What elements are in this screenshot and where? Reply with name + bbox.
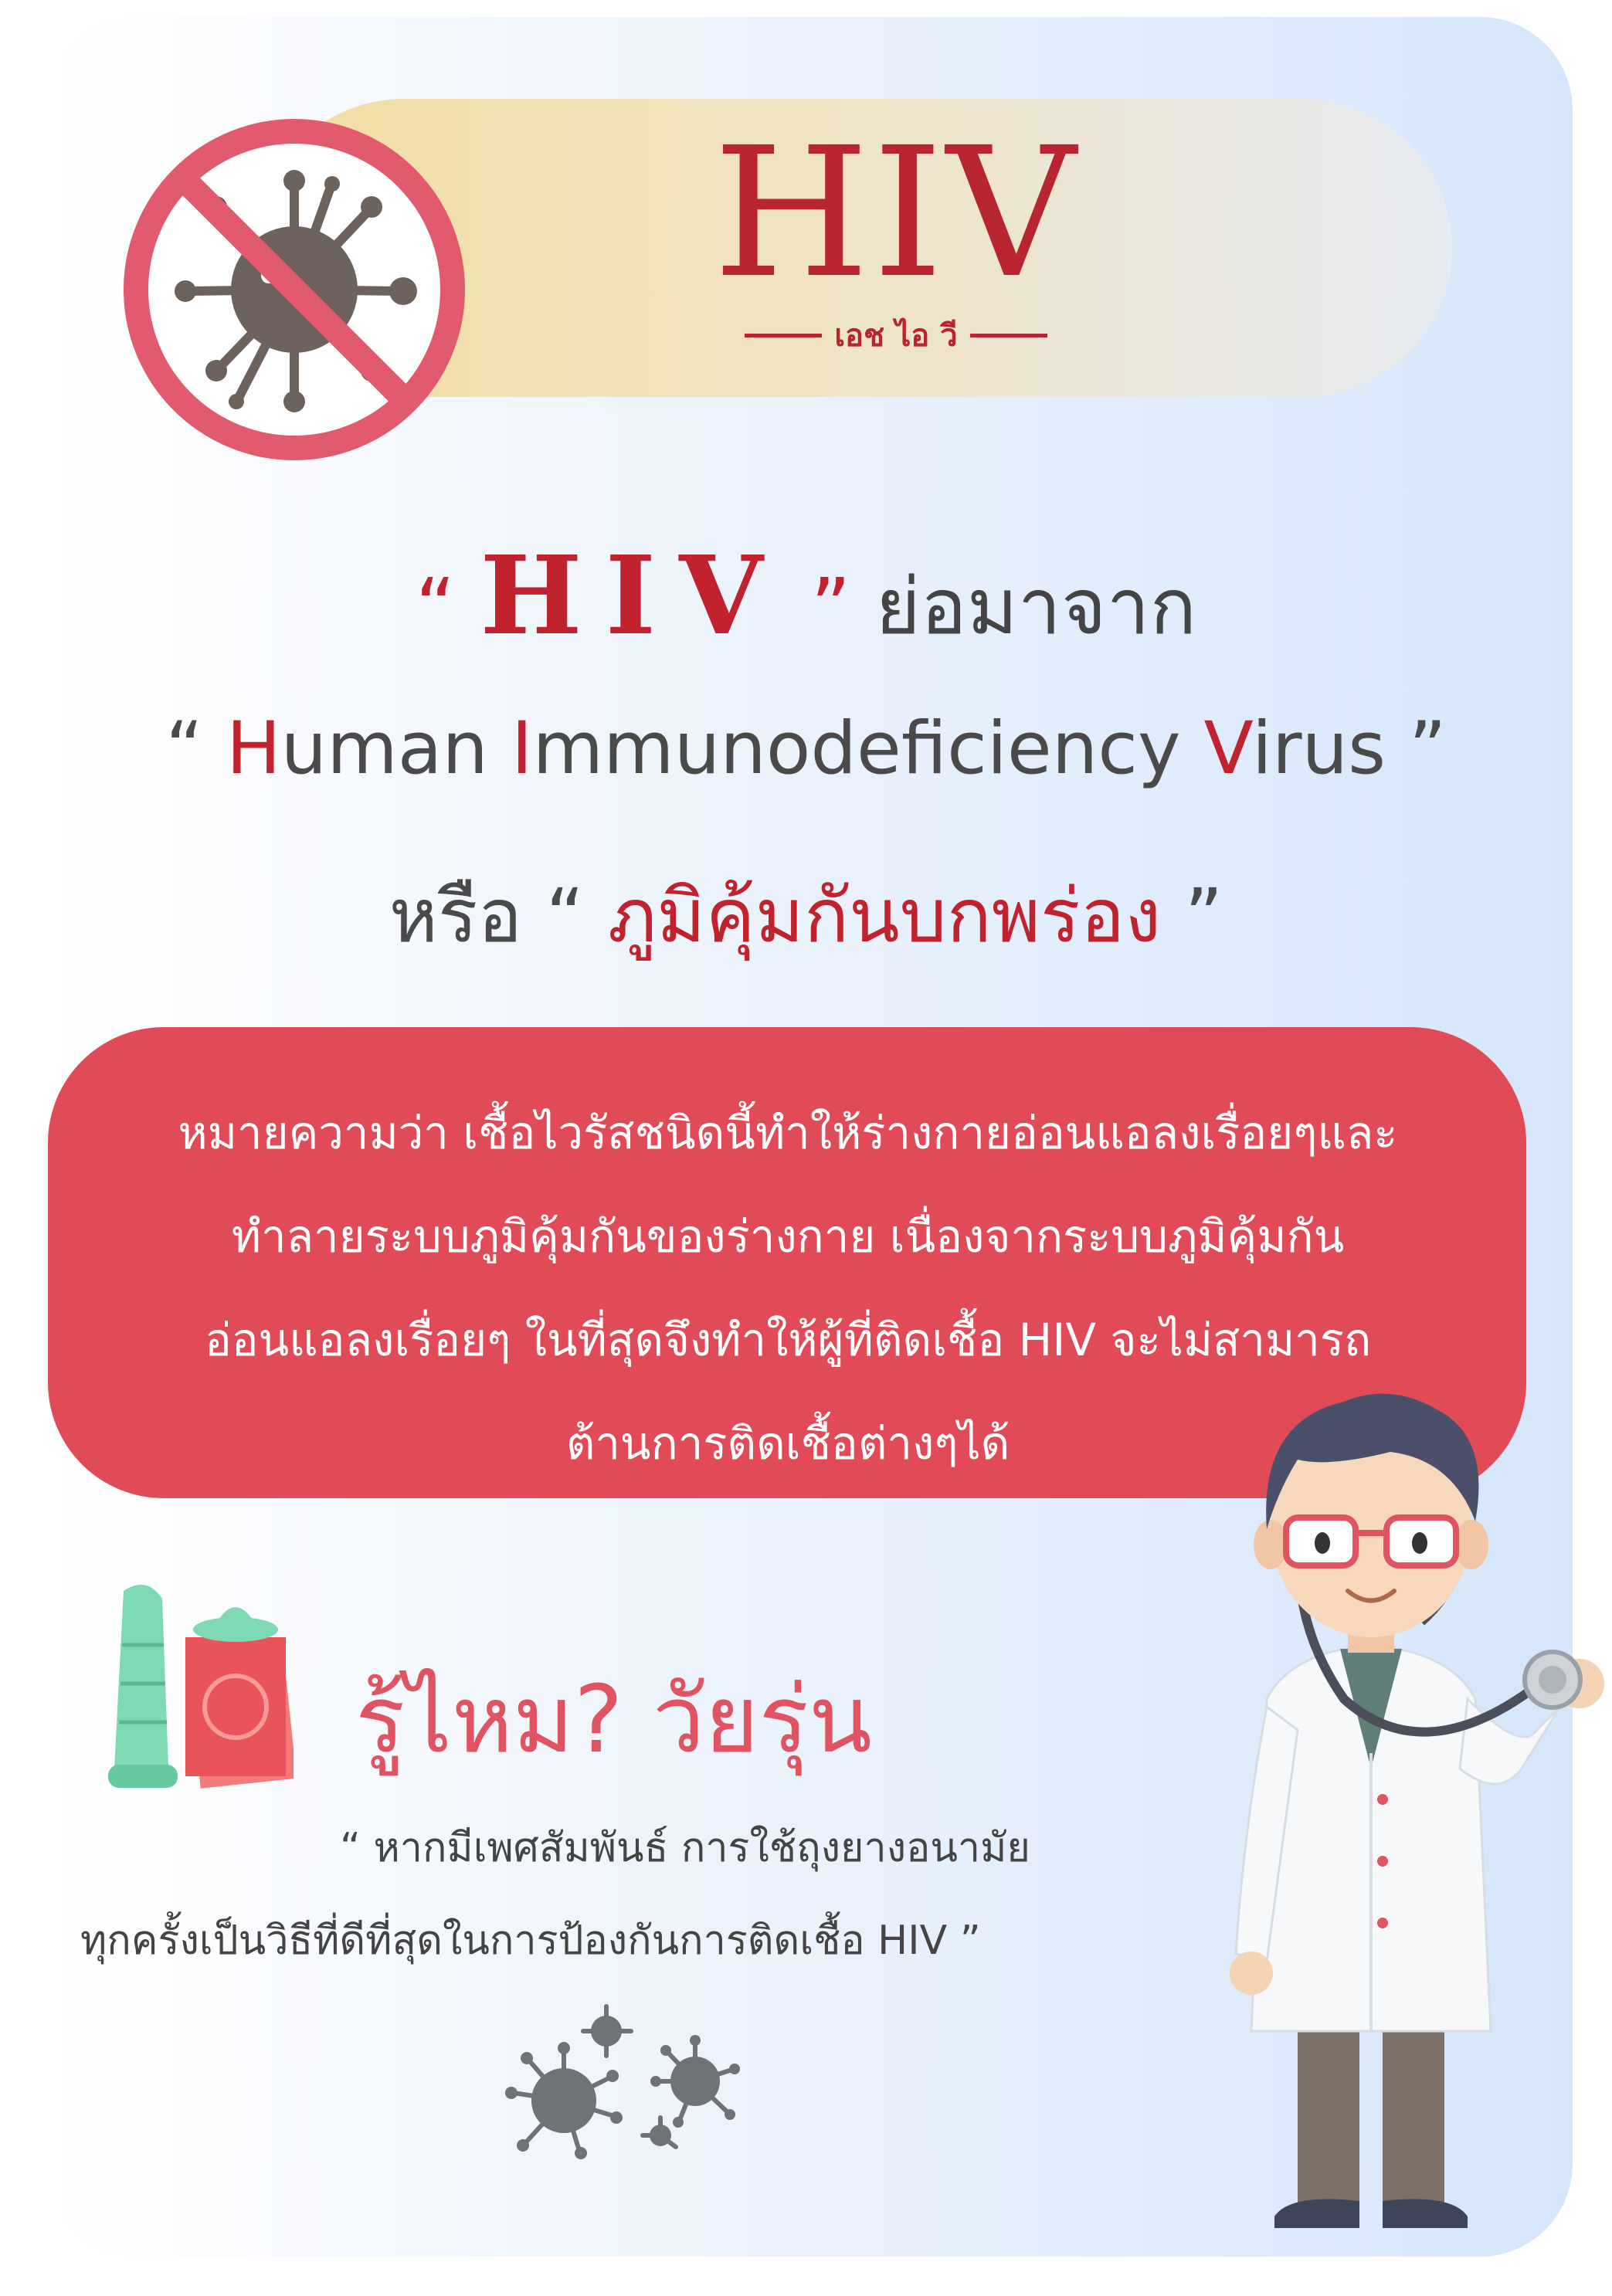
thai-term: ภูมิคุ้มกันบกพร่อง (607, 873, 1162, 959)
full-name-line: “ Human Immunodeficiency Virus ” (0, 707, 1612, 791)
letter-v: V (1203, 707, 1252, 791)
virus-cluster-icon (505, 2004, 740, 2159)
no-virus-icon (124, 119, 465, 460)
doctor-illustration (1230, 1393, 1604, 2228)
letter-h: H (226, 707, 281, 791)
word-human: uman (280, 707, 511, 791)
line2-close-quote: ” (1386, 707, 1447, 791)
thai-close-quote: ” (1161, 873, 1223, 959)
word-immunodeficiency: mmunodeficiency (532, 707, 1204, 791)
subtitle-rule-left (745, 333, 823, 337)
close-quote: ” (810, 561, 851, 652)
subtitle-rule-right (969, 333, 1047, 337)
thai-term-line: หรือ “ ภูมิคุ้มกันบกพร่อง ” (0, 857, 1612, 975)
title-subtitle: เอช ไอ วี (703, 312, 1089, 358)
tip-quote-line-2: ทุกครั้งเป็นวิธีที่ดีที่สุดในการป้องกันก… (80, 1918, 981, 1964)
tip-heading: รู้ไหม? วัยรุ่น (355, 1667, 873, 1774)
abbrev-from-text: ย่อมาจาก (875, 561, 1197, 652)
word-virus: irus (1251, 707, 1386, 791)
open-quote: “ (415, 561, 456, 652)
thai-open-quote: “ (522, 873, 608, 959)
condom-icon (108, 1585, 294, 1789)
page-title: HIV (713, 109, 1079, 317)
acronym-heading: “ HIV ” ย่อมาจาก (0, 533, 1612, 668)
tip-quote-line-1: “ หากมีเพศสัมพันธ์ การใช้ถุงยางอนามัย (340, 1825, 1030, 1871)
subtitle-text: เอช ไอ วี (834, 318, 958, 354)
letter-i: I (511, 707, 533, 791)
or-label: หรือ (389, 873, 523, 959)
meaning-line: หมายความว่า เชื้อไวรัสชนิดนี้ทำให้ร่างกา… (178, 1107, 1398, 1159)
line2-open-quote: “ (165, 707, 226, 791)
meaning-line: ทำลายระบบภูมิคุ้มกันของร่างกาย เนื่องจาก… (231, 1210, 1345, 1263)
acronym-text: HIV (480, 533, 786, 660)
